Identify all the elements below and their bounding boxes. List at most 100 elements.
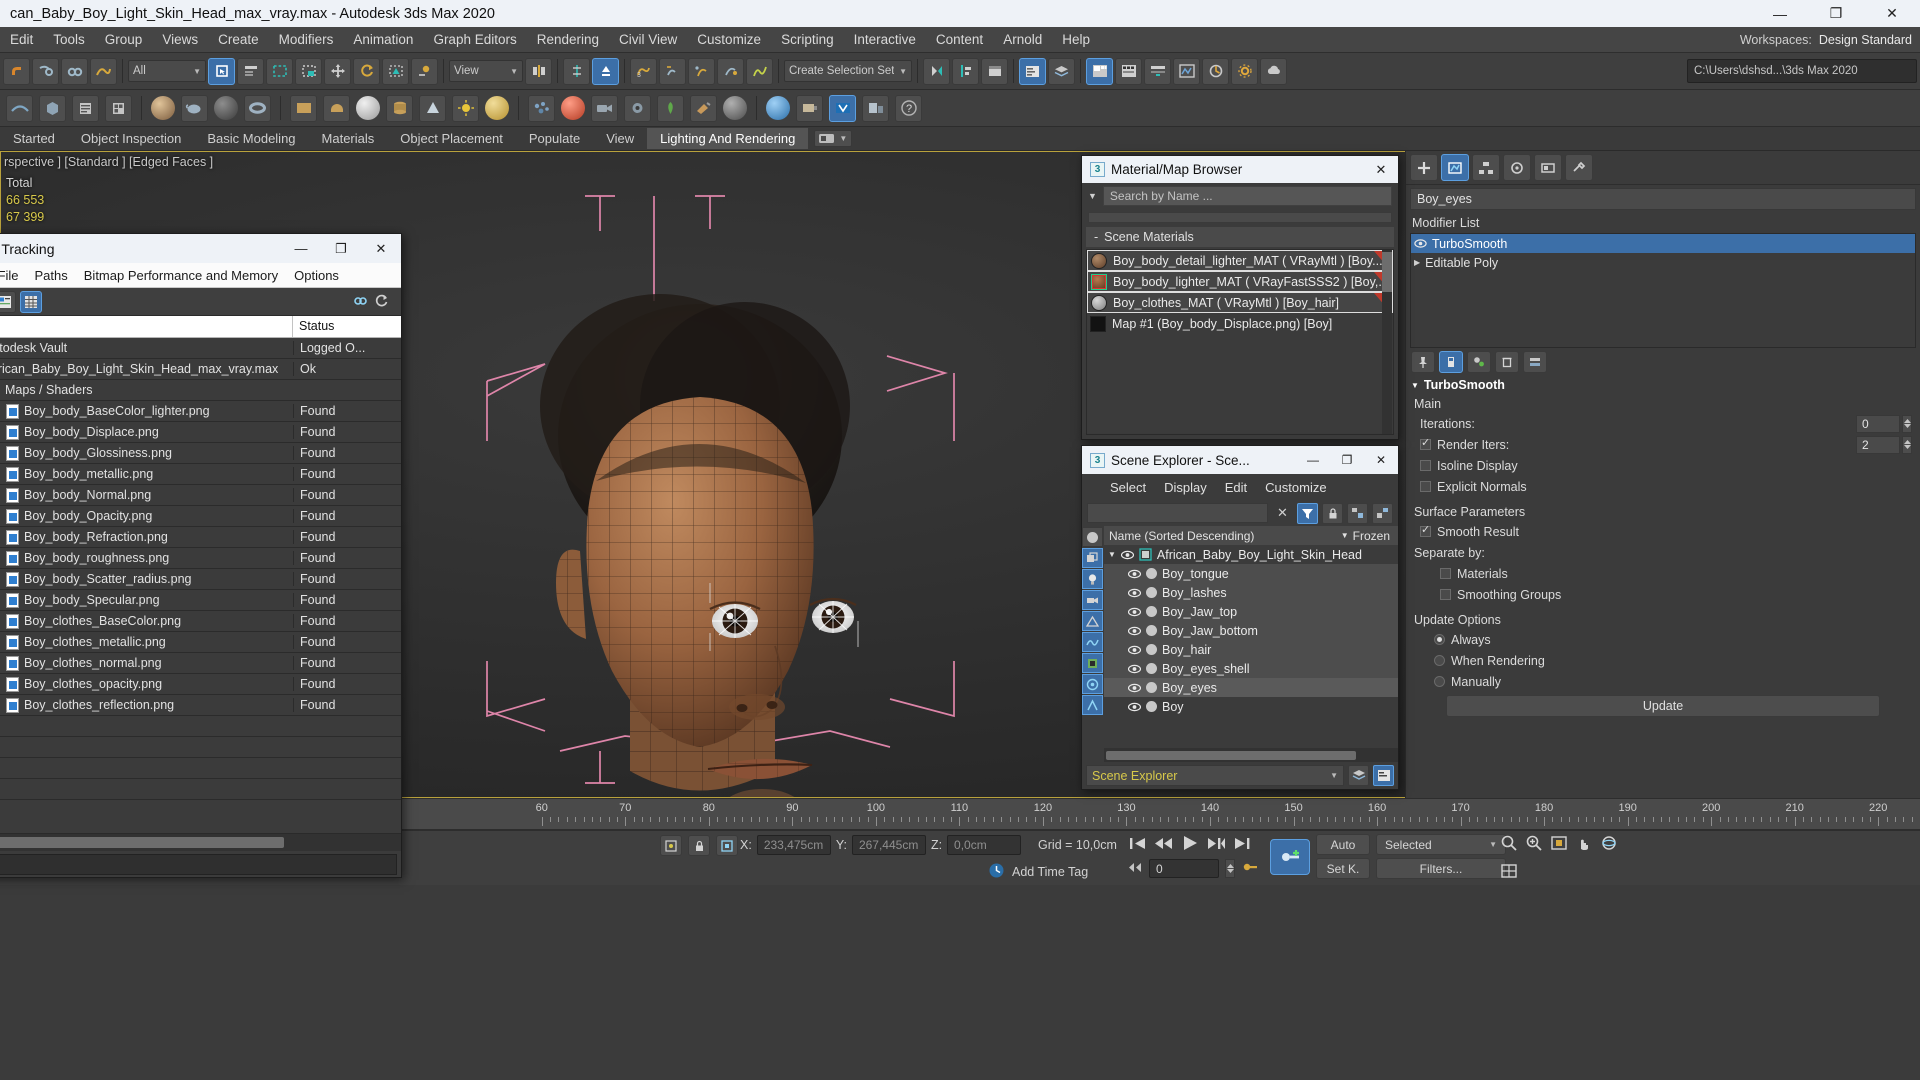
smooth-result-row[interactable]: Smooth Result [1406,521,1920,542]
solid-paint-icon[interactable] [690,94,717,122]
material-search-input[interactable]: Search by Name ... [1102,186,1392,206]
layer-explorer-icon[interactable] [717,57,744,85]
edit-named-selection-icon[interactable]: 3 [630,57,657,85]
key-mode-toggle-icon[interactable] [1241,859,1258,878]
scene-node-boy-tongue[interactable]: Boy_tongue [1104,564,1398,583]
table-row[interactable]: Autodesk Vault Logged O... [0,338,401,359]
scene-materials-toggle[interactable]: - [1094,230,1098,244]
table-row[interactable]: Boy_body_Specular.png Found [0,590,401,611]
named-selection-set-combo[interactable]: Create Selection Set ▼ [784,60,912,82]
update-when-rendering-row[interactable]: When Rendering [1406,650,1920,671]
clear-search-icon[interactable]: ✕ [1272,503,1293,524]
time-tag-icon[interactable] [988,862,1005,882]
scene-explorer-minimize[interactable]: — [1296,446,1330,474]
scene-node-boy-eyes[interactable]: Boy_eyes [1104,678,1398,697]
foliage-icon[interactable] [657,94,684,122]
frame-spinner-arrows[interactable] [1225,859,1235,878]
reference-coordinate-combo[interactable]: View ▼ [449,60,523,82]
select-and-scale-icon[interactable] [382,57,409,85]
ribbon-tab-materials[interactable]: Materials [309,128,388,149]
material-editor-icon[interactable] [1086,57,1113,85]
table-row[interactable]: Boy_clothes_BaseColor.png Found [0,611,401,632]
modifier-row-editable-poly[interactable]: ▶ Editable Poly [1411,253,1915,272]
red-sphere-icon[interactable] [561,96,585,120]
particle-system-icon[interactable] [528,94,555,122]
use-pivot-center-icon[interactable] [525,57,552,85]
go-to-start-icon[interactable] [1128,835,1148,855]
material-browser-toolstrip-bar[interactable] [1088,211,1392,223]
render-setup-icon[interactable] [1144,57,1171,85]
filter-helpers-icon[interactable] [1082,611,1103,631]
rectangular-selection-icon[interactable] [266,57,293,85]
vray-render-icon[interactable] [829,94,856,122]
scene-node-boy-hair[interactable]: Boy_hair [1104,640,1398,659]
menu-item-scripting[interactable]: Scripting [771,29,844,50]
toggle-scene-explorer-icon[interactable] [981,57,1008,85]
scene-tree-hscroll-thumb[interactable] [1106,750,1356,760]
workspaces-selector[interactable]: Workspaces: Design Standard [1740,33,1920,47]
scene-node-boy-jaw-top[interactable]: Boy_Jaw_top [1104,602,1398,621]
scene-menu-select[interactable]: Select [1102,478,1154,497]
material-row-detail-lighter[interactable]: Boy_body_detail_lighter_MAT ( VRayMtl ) … [1087,250,1393,271]
ribbon-options-box[interactable]: ▼ [814,130,853,147]
table-row[interactable]: Boy_body_Scatter_radius.png Found [0,569,401,590]
zoom-icon[interactable] [1500,834,1518,855]
box-primitive-icon[interactable] [39,94,66,122]
scene-explorer-toggle-icon[interactable] [1373,765,1394,786]
set-key-button[interactable]: Set K. [1316,858,1370,879]
minimize-button[interactable]: — [1752,0,1808,27]
filter-cameras-icon[interactable] [1082,590,1103,610]
isoline-display-row[interactable]: Isoline Display [1406,455,1920,476]
asset-tracking-close[interactable]: ✕ [361,234,401,263]
cylinder-primitive-icon[interactable] [386,94,413,122]
select-and-rotate-icon[interactable] [353,57,380,85]
filter-space-warps-icon[interactable] [1082,632,1103,652]
current-frame-field[interactable]: 0 [1149,859,1219,878]
table-row-empty[interactable] [0,716,401,737]
isoline-display-checkbox[interactable] [1420,460,1431,471]
iterations-stepper[interactable]: 0 [1856,414,1912,433]
bind-space-warp-icon[interactable] [90,57,117,85]
update-always-row[interactable]: Always [1406,629,1920,650]
rect-shape-icon[interactable] [290,94,317,122]
render-in-cloud-icon[interactable] [1260,57,1287,85]
menu-item-edit[interactable]: Edit [0,29,43,50]
auto-key-button[interactable]: Auto [1316,834,1370,855]
filters-button[interactable]: Filters... [1376,858,1506,879]
scene-tree-frozen-column[interactable]: ▼ Frozen [1341,529,1398,543]
table-row[interactable]: Boy_body_Normal.png Found [0,485,401,506]
table-row[interactable]: Boy_body_BaseColor_lighter.png Found [0,401,401,422]
curve-editor-icon[interactable] [746,57,773,85]
go-to-end-icon[interactable] [1232,835,1252,855]
light-grey-sphere-icon[interactable] [356,96,380,120]
hierarchy-tab-icon[interactable] [1472,154,1500,181]
asset-hscroll-thumb[interactable] [0,837,284,848]
create-tab-icon[interactable] [1410,154,1438,181]
table-row[interactable]: Boy_body_roughness.png Found [0,548,401,569]
torus-primitive-icon[interactable] [244,94,271,122]
camera-icon[interactable] [591,94,618,122]
asset-column-status[interactable]: Status [293,316,401,337]
filter-lights-icon[interactable] [1082,569,1103,589]
scene-node-boy-jaw-bottom[interactable]: Boy_Jaw_bottom [1104,621,1398,640]
table-row[interactable]: Boy_clothes_reflection.png Found [0,695,401,716]
scene-node-boy-lashes[interactable]: Boy_lashes [1104,583,1398,602]
dark-sphere-icon[interactable] [214,96,238,120]
z-coord-field[interactable]: 0,0cm [947,835,1022,855]
mirror-icon[interactable] [659,57,686,85]
asset-grid-view-icon[interactable] [20,290,42,313]
configure-modifier-sets-icon[interactable] [1523,351,1547,373]
menu-item-group[interactable]: Group [95,29,153,50]
menu-item-create[interactable]: Create [208,29,269,50]
table-row[interactable]: Boy_body_Glossiness.png Found [0,443,401,464]
unlink-icon[interactable] [61,57,88,85]
orbit-view-icon[interactable] [1600,834,1618,855]
menu-item-content[interactable]: Content [926,29,993,50]
material-list[interactable]: Boy_body_detail_lighter_MAT ( VRayMtl ) … [1086,249,1394,435]
snapshot-icon[interactable] [796,94,823,122]
filter-all-icon[interactable] [1082,527,1103,547]
asset-detail-view-icon[interactable] [0,290,16,313]
previous-frame-icon[interactable] [1154,835,1174,855]
asset-link-icon[interactable] [353,293,368,311]
render-production-icon[interactable] [1202,57,1229,85]
